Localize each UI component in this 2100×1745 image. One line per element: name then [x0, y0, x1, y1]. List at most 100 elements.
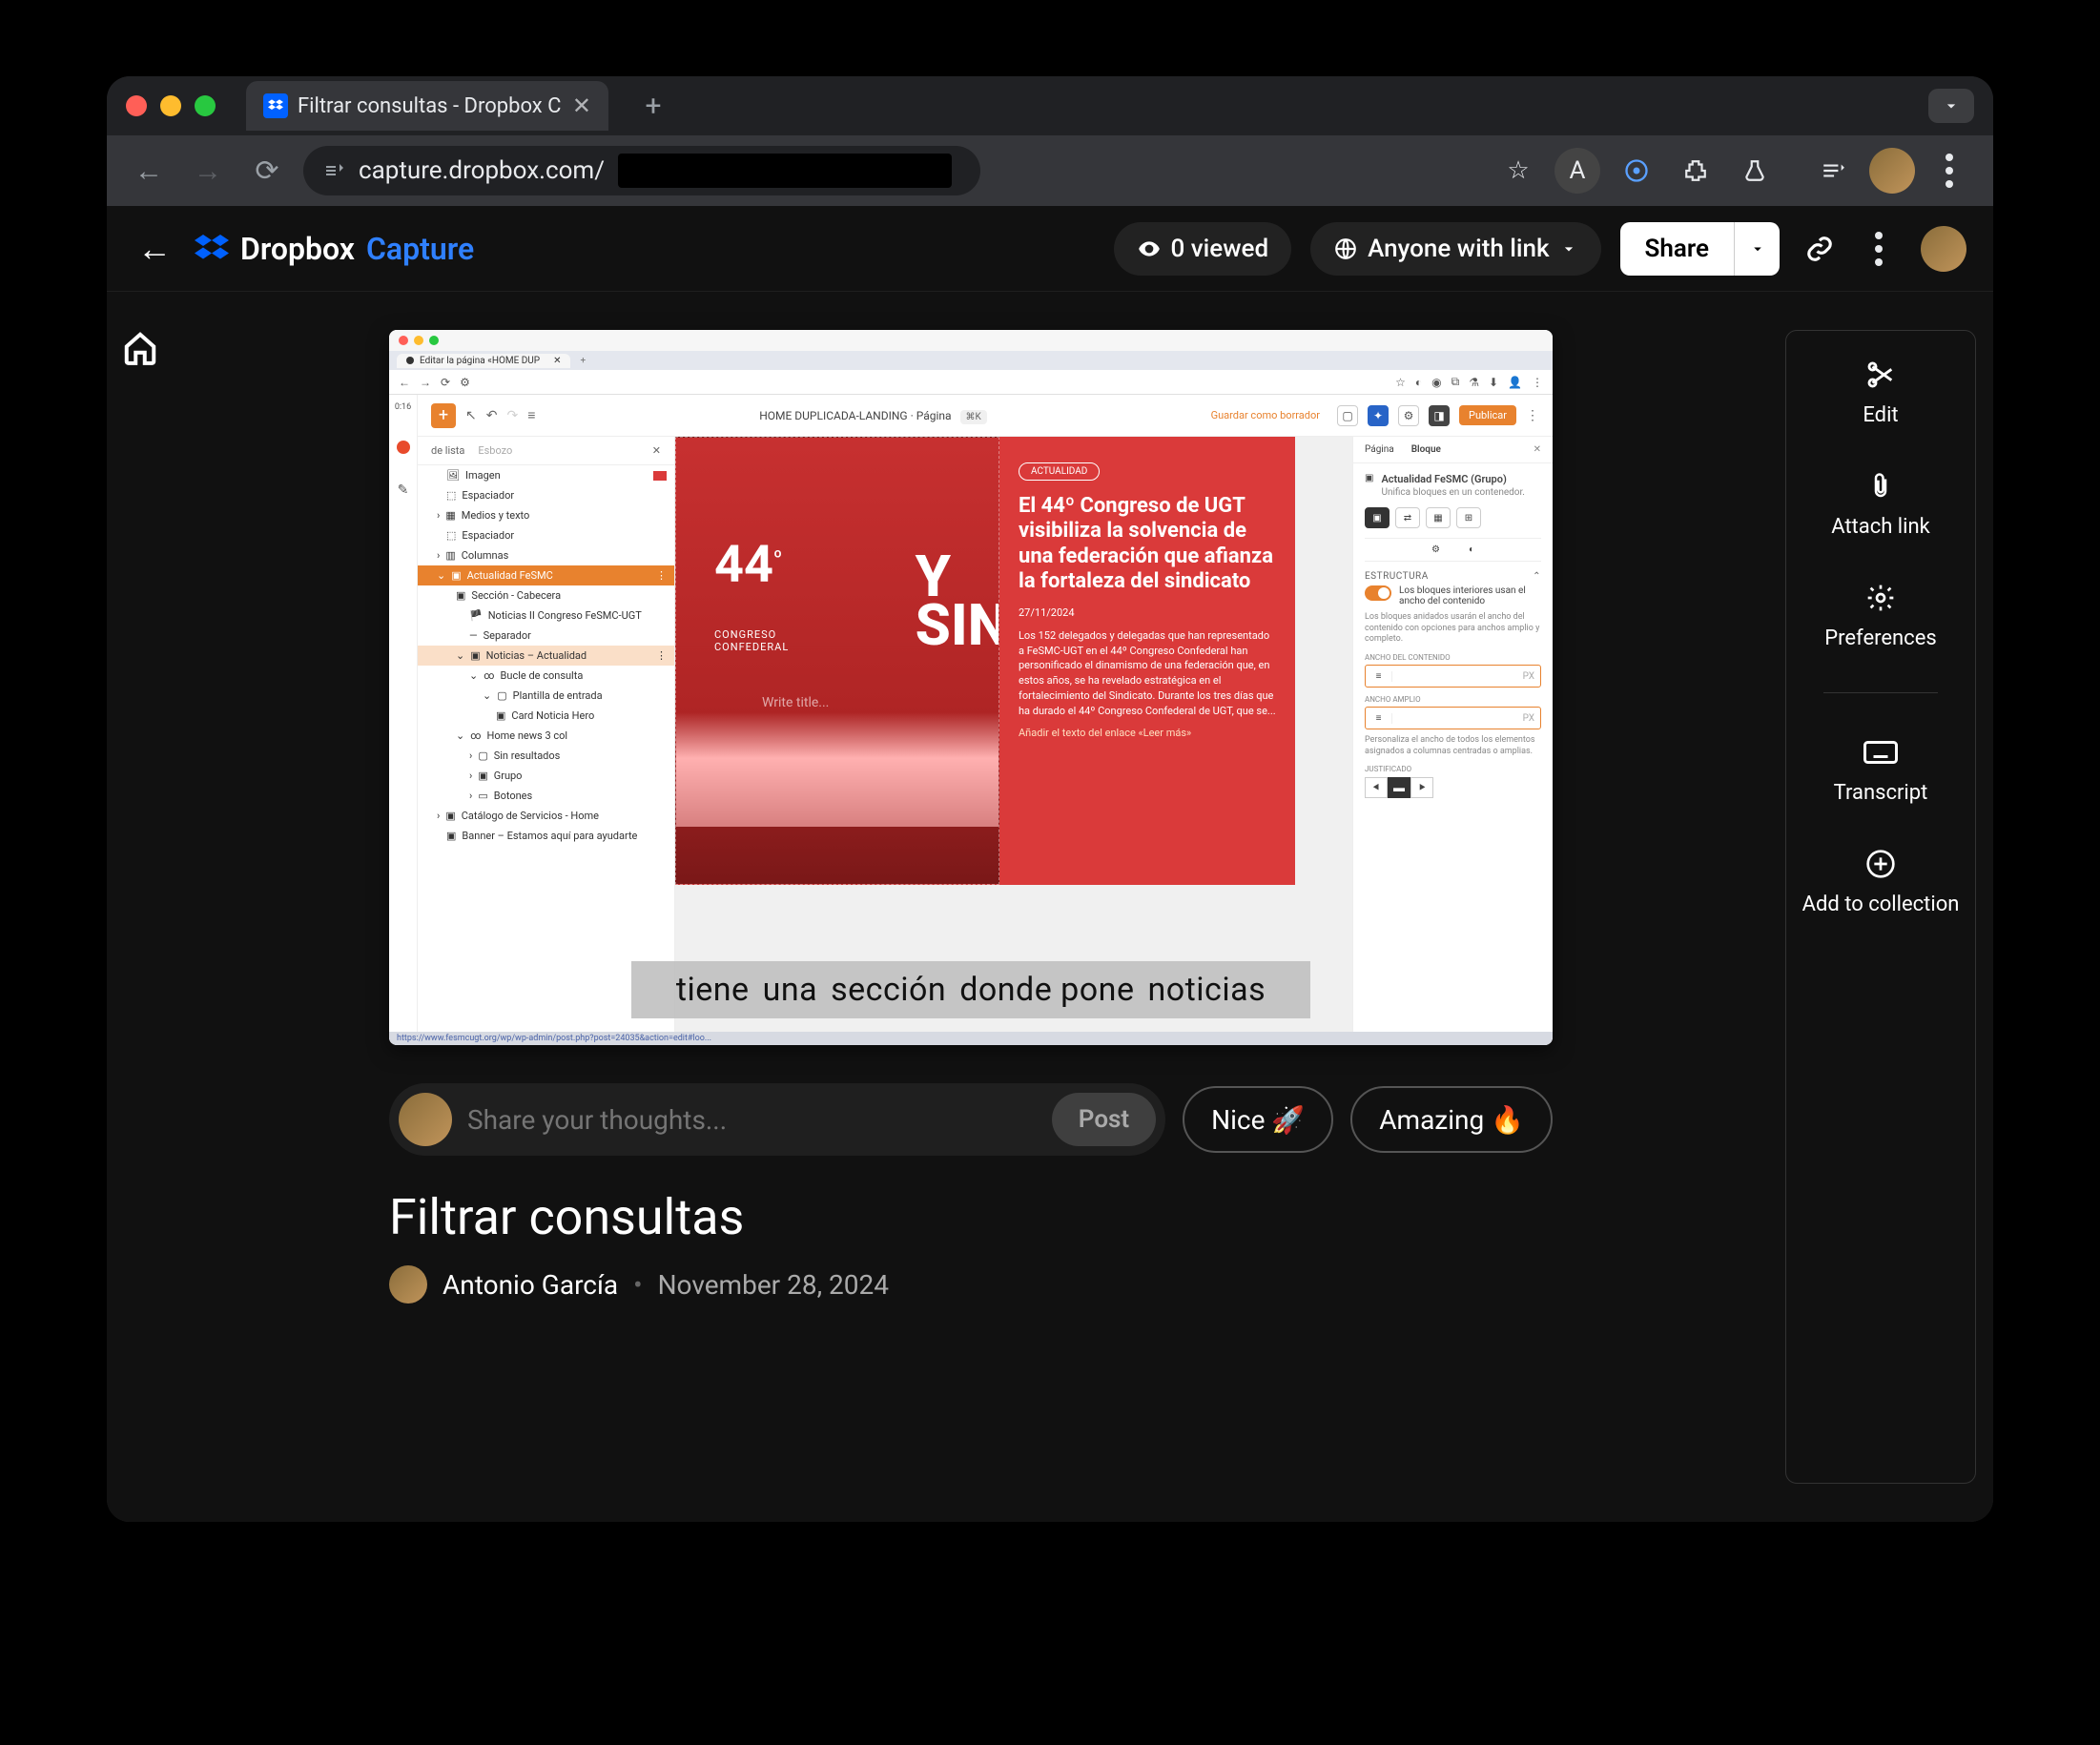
- site-settings-icon: [322, 159, 345, 182]
- logo-capture-text: Capture: [366, 231, 474, 267]
- undo-icon: ↶: [486, 408, 498, 423]
- tree-item: ▣Sección - Cabecera: [418, 585, 674, 606]
- video-thumbnail-wrap: Editar la página «HOME DUP✕ + ←→⟳⚙ ☆◐◉⧉⚗…: [389, 330, 1553, 1045]
- browser-window: Filtrar consultas - Dropbox C ✕ + ← → ⟳ …: [107, 76, 1993, 1522]
- inner-left-gutter: 0:16 ✎: [389, 395, 418, 1043]
- sidebar-icon: ◨: [1429, 405, 1450, 426]
- separator-dot: •: [633, 1269, 642, 1301]
- byline: Antonio García • November 28, 2024: [389, 1265, 1553, 1304]
- hero-date: 27/11/2024: [1019, 606, 1276, 619]
- omnibox[interactable]: capture.dropbox.com/: [303, 146, 980, 195]
- inner-tabstrip: Editar la página «HOME DUP✕ +: [389, 351, 1553, 370]
- tree-item: ⌄∞Bucle de consulta: [418, 666, 674, 686]
- reload-button[interactable]: ⟳: [244, 148, 290, 194]
- labs-icon[interactable]: [1732, 148, 1778, 194]
- editor-canvas: ▣⠿↔≡＋⋮ 44º CONGRESO CONFEDERAL Y SIN Wri…: [675, 437, 1352, 1043]
- share-dropdown-button[interactable]: [1734, 222, 1780, 276]
- user-avatar[interactable]: [1921, 226, 1966, 272]
- capture-date: November 28, 2024: [658, 1269, 889, 1301]
- extension-eye-icon[interactable]: [1614, 148, 1659, 194]
- publish-button: Publicar: [1459, 405, 1516, 425]
- profile-avatar[interactable]: [1869, 148, 1915, 194]
- window-controls: [126, 95, 216, 116]
- bookmark-star-icon[interactable]: ☆: [1495, 148, 1541, 194]
- inner-body: 0:16 ✎ + ↖ ↶ ↷ ≡: [389, 395, 1553, 1043]
- add-block-icon: +: [431, 403, 456, 428]
- react-amazing-button[interactable]: Amazing 🔥: [1350, 1086, 1553, 1153]
- attach-link-action[interactable]: Attach link: [1831, 469, 1930, 539]
- hero-body: Los 152 delegados y delegadas que han re…: [1019, 628, 1276, 720]
- edit-action[interactable]: Edit: [1863, 358, 1898, 427]
- preferences-action[interactable]: Preferences: [1824, 581, 1936, 650]
- close-tab-icon[interactable]: ✕: [572, 92, 591, 119]
- video-time: 0:16: [395, 402, 411, 412]
- visibility-text: Anyone with link: [1368, 235, 1549, 263]
- titlebar: Filtrar consultas - Dropbox C ✕ +: [107, 76, 1993, 135]
- logo-dropbox-text: Dropbox: [240, 231, 355, 267]
- forward-button[interactable]: →: [185, 148, 231, 194]
- paperclip-icon: [1863, 469, 1898, 503]
- new-tab-button[interactable]: +: [633, 86, 673, 126]
- keyboard-icon: [1863, 735, 1898, 770]
- tree-item: ›▭Botones: [418, 786, 674, 806]
- tree-item: 🖼Imagen: [418, 465, 674, 485]
- record-icon: [397, 441, 410, 454]
- left-rail: [107, 292, 174, 1522]
- app-header: ← Dropbox Capture 0 viewed Anyone with l…: [107, 206, 1993, 292]
- app-logo[interactable]: Dropbox Capture: [195, 231, 474, 267]
- app-back-button[interactable]: ←: [134, 228, 175, 270]
- react-nice-button[interactable]: Nice 🚀: [1183, 1086, 1333, 1153]
- device-icon: ▢: [1337, 405, 1358, 426]
- home-icon[interactable]: [122, 330, 158, 1522]
- gear-icon: [1863, 581, 1898, 615]
- inner-addressbar: ←→⟳⚙ ☆◐◉⧉⚗⬇👤⋮: [389, 370, 1553, 395]
- tree-item: 🏴Noticias II Congreso FeSMC-UGT: [418, 606, 674, 626]
- dropbox-favicon-icon: [263, 93, 288, 118]
- add-collection-action[interactable]: Add to collection: [1802, 847, 1960, 917]
- minimize-window[interactable]: [160, 95, 181, 116]
- browser-menu-button[interactable]: [1928, 148, 1974, 194]
- post-button[interactable]: Post: [1052, 1093, 1156, 1146]
- tree-item: ⌄▢Plantilla de entrada: [418, 686, 674, 706]
- video-thumbnail[interactable]: Editar la página «HOME DUP✕ + ←→⟳⚙ ☆◐◉⧉⚗…: [389, 330, 1553, 1045]
- tabs-dropdown-button[interactable]: [1928, 89, 1974, 123]
- comment-input[interactable]: [467, 1104, 1037, 1136]
- settings-icon: ✦: [1368, 405, 1389, 426]
- comment-row: Post Nice 🚀 Amazing 🔥: [389, 1083, 1553, 1156]
- extensions-icon[interactable]: [1673, 148, 1719, 194]
- dropbox-capture-app: ← Dropbox Capture 0 viewed Anyone with l…: [107, 206, 1993, 1522]
- url-text: capture.dropbox.com/: [359, 156, 605, 185]
- tree-item: ›▦Medios y texto: [418, 505, 674, 525]
- back-button[interactable]: ←: [126, 148, 172, 194]
- share-button[interactable]: Share: [1620, 222, 1734, 276]
- list-icon: ≡: [527, 407, 535, 423]
- divider: [1823, 692, 1938, 693]
- pencil-icon: ✎: [398, 482, 409, 498]
- browser-tab[interactable]: Filtrar consultas - Dropbox C ✕: [246, 81, 608, 131]
- maximize-window[interactable]: [195, 95, 216, 116]
- inspector-panel: Página Bloque ✕ ▣ Actualidad FeS: [1352, 437, 1553, 1043]
- reading-list-icon[interactable]: [1810, 148, 1856, 194]
- app-body: Editar la página «HOME DUP✕ + ←→⟳⚙ ☆◐◉⧉⚗…: [107, 292, 1993, 1522]
- category-badge: ACTUALIDAD: [1019, 462, 1100, 481]
- more-menu-button[interactable]: [1860, 228, 1902, 270]
- dropbox-logo-icon: [195, 232, 229, 266]
- hero-image: 44º CONGRESO CONFEDERAL Y SIN Write titl…: [675, 437, 999, 885]
- plus-circle-icon: [1863, 847, 1898, 881]
- close-window[interactable]: [126, 95, 147, 116]
- hero-headline: El 44º Congreso de UGT visibiliza la sol…: [1019, 494, 1276, 595]
- transcript-action[interactable]: Transcript: [1834, 735, 1928, 805]
- viewed-pill[interactable]: 0 viewed: [1114, 222, 1292, 276]
- inner-doc-title: HOME DUPLICADA-LANDING · Página ⌘K: [545, 409, 1201, 422]
- link-icon[interactable]: [1799, 228, 1841, 270]
- visibility-dropdown[interactable]: Anyone with link: [1310, 222, 1600, 276]
- chevron-down-icon: [1749, 240, 1766, 257]
- tree-item: ⌄∞Home news 3 col: [418, 726, 674, 746]
- capture-title: Filtrar consultas: [389, 1188, 1553, 1246]
- extension-a-icon[interactable]: A: [1554, 148, 1600, 194]
- author-name: Antonio García: [443, 1269, 618, 1301]
- comment-avatar: [399, 1093, 452, 1146]
- gear-icon: ⚙: [1398, 405, 1419, 426]
- tree-item: ▣Banner – Estamos aquí para ayudarte: [418, 826, 674, 846]
- chevron-down-icon: [1559, 239, 1578, 258]
